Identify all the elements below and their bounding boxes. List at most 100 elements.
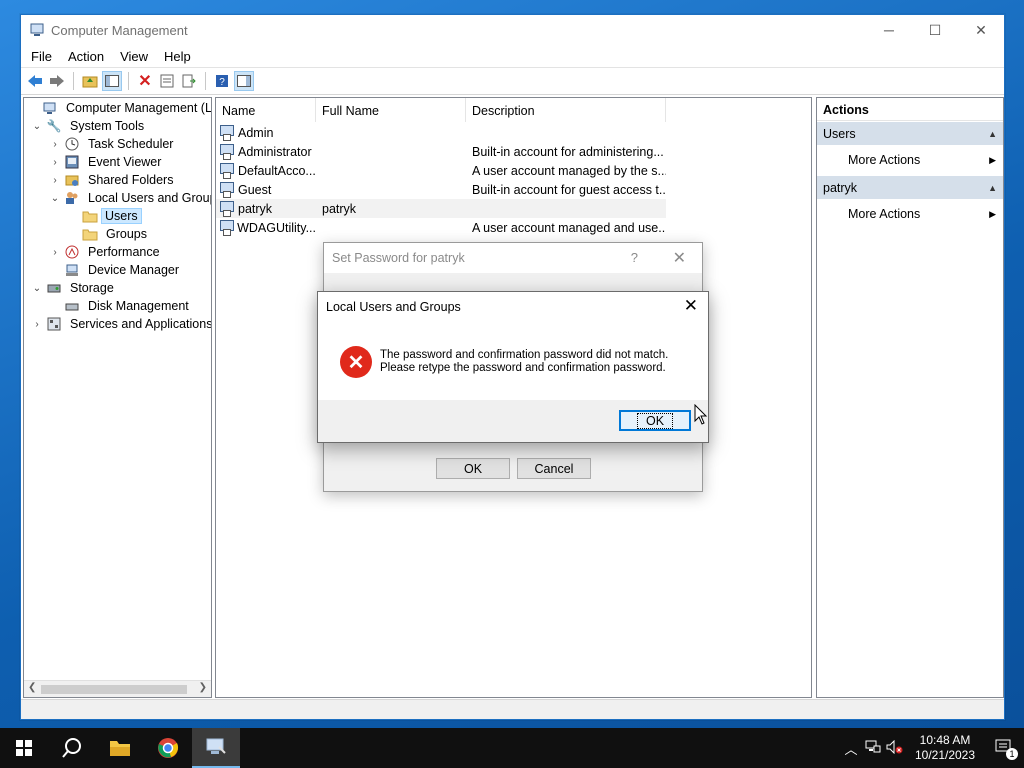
tree-item-label: Local Users and Groups	[88, 191, 212, 205]
tree-item-label: Computer Management (Local	[66, 101, 212, 115]
error-dialog-footer: OK	[318, 400, 708, 442]
error-dialog-title-bar: Local Users and Groups ✕	[318, 292, 708, 322]
tree-item-device-manager[interactable]: Device Manager	[48, 261, 184, 279]
table-row-selected[interactable]: patryk patryk	[216, 199, 666, 218]
chevron-right-icon[interactable]: ›	[48, 247, 62, 258]
chevron-right-icon[interactable]: ›	[30, 319, 44, 330]
error-ok-button[interactable]: OK	[619, 410, 691, 431]
minimize-button[interactable]: ─	[866, 15, 912, 45]
set-password-title: Set Password for patryk	[332, 251, 465, 265]
tree-item-users[interactable]: Users	[66, 207, 142, 225]
tree-horizontal-scrollbar[interactable]: ❮ ❯	[24, 680, 211, 697]
set-password-ok-button[interactable]: OK	[436, 458, 510, 479]
menu-view[interactable]: View	[112, 49, 156, 64]
submenu-arrow-icon: ▶	[989, 154, 996, 165]
actions-group-title: patryk	[823, 180, 858, 195]
delete-icon[interactable]: ✕	[135, 71, 155, 91]
tree-item-services-and-applications[interactable]: › Services and Applications	[30, 315, 211, 333]
system-tray: ︿ 10:48 AM 10/21/2023 1	[840, 728, 1024, 768]
user-name: WDAGUtility...	[237, 220, 316, 235]
show-hide-action-pane-icon[interactable]	[234, 71, 254, 91]
tree-item-label: Storage	[70, 281, 114, 295]
tree-item-system-tools[interactable]: ⌄ 🔧 System Tools	[30, 117, 149, 135]
caret-up-icon[interactable]: ▲	[988, 129, 997, 139]
scroll-left-icon[interactable]: ❮	[28, 682, 36, 693]
more-actions-users[interactable]: More Actions ▶	[817, 145, 1003, 175]
toolbar-separator	[73, 72, 74, 90]
chevron-down-icon[interactable]: ⌄	[30, 121, 44, 132]
storage-icon	[46, 280, 62, 296]
chevron-right-icon[interactable]: ›	[48, 175, 62, 186]
error-message-line-2: Please retype the password and confirmat…	[380, 362, 666, 374]
caret-up-icon[interactable]: ▲	[988, 183, 997, 193]
search-icon[interactable]	[48, 728, 96, 768]
help-icon[interactable]: ?	[212, 71, 232, 91]
forward-arrow-icon[interactable]	[47, 71, 67, 91]
more-actions-patryk[interactable]: More Actions ▶	[817, 199, 1003, 229]
table-row[interactable]: WDAGUtility... A user account managed an…	[216, 218, 666, 237]
tree-item-performance[interactable]: › Performance	[48, 243, 165, 261]
chevron-right-icon[interactable]: ›	[48, 139, 62, 150]
menu-file[interactable]: File	[23, 49, 60, 64]
table-row[interactable]: DefaultAcco... A user account managed by…	[216, 161, 666, 180]
title-bar[interactable]: Computer Management ─ ☐ ✕	[21, 15, 1004, 45]
tree-item-storage[interactable]: ⌄ Storage	[30, 279, 119, 297]
table-row[interactable]: Admin	[216, 123, 666, 142]
computer-management-taskbar-icon[interactable]	[192, 728, 240, 768]
show-hide-tree-icon[interactable]	[102, 71, 122, 91]
properties-icon[interactable]	[157, 71, 177, 91]
console-tree: Computer Management (Local ⌄ 🔧 System To…	[23, 97, 212, 698]
tree-item-local-users-and-groups[interactable]: ⌄ Local Users and Groups	[48, 189, 212, 207]
tree-item-label: Task Scheduler	[88, 137, 174, 151]
chrome-icon[interactable]	[144, 728, 192, 768]
set-password-cancel-button[interactable]: Cancel	[517, 458, 591, 479]
close-button[interactable]: ✕	[958, 15, 1004, 45]
user-description: Built-in account for administering...	[472, 144, 664, 159]
column-header-name[interactable]: Name	[216, 98, 316, 122]
scroll-right-icon[interactable]: ❯	[199, 682, 207, 693]
clock[interactable]: 10:48 AM 10/21/2023	[906, 733, 984, 763]
chevron-down-icon[interactable]: ⌄	[48, 193, 62, 204]
help-icon[interactable]: ?	[631, 250, 638, 265]
user-name: Administrator	[238, 144, 312, 159]
chevron-up-icon[interactable]: ︿	[840, 739, 862, 758]
tree-item-groups[interactable]: Groups	[66, 225, 152, 243]
table-row[interactable]: Guest Built-in account for guest access …	[216, 180, 666, 199]
chevron-down-icon[interactable]: ⌄	[30, 283, 44, 294]
close-icon[interactable]: ✕	[684, 296, 698, 316]
taskbar: ︿ 10:48 AM 10/21/2023 1	[0, 728, 1024, 768]
notification-icon[interactable]: 1	[984, 739, 1024, 760]
mouse-cursor-icon	[694, 403, 708, 429]
menu-action[interactable]: Action	[60, 49, 112, 64]
network-icon[interactable]	[862, 740, 884, 757]
tree-item-computer-management[interactable]: Computer Management (Local	[26, 99, 212, 117]
chevron-right-icon[interactable]: ›	[48, 157, 62, 168]
error-dialog: Local Users and Groups ✕ ✕ The password …	[317, 291, 709, 443]
tree-item-task-scheduler[interactable]: › Task Scheduler	[48, 135, 178, 153]
file-explorer-icon[interactable]	[96, 728, 144, 768]
volume-muted-icon[interactable]	[884, 739, 906, 757]
column-header-full-name[interactable]: Full Name	[316, 98, 466, 122]
tree-item-label: Disk Management	[88, 299, 189, 313]
export-list-icon[interactable]	[179, 71, 199, 91]
actions-group-users[interactable]: Users ▲	[817, 122, 1003, 145]
submenu-arrow-icon: ▶	[989, 208, 996, 219]
tree-item-shared-folders[interactable]: › Shared Folders	[48, 171, 178, 189]
maximize-button[interactable]: ☐	[912, 15, 958, 45]
window-title: Computer Management	[51, 23, 188, 38]
tree-item-label: Performance	[88, 245, 160, 259]
column-header-description[interactable]: Description	[466, 98, 666, 122]
user-icon	[220, 143, 236, 160]
close-icon[interactable]: ✕	[673, 248, 686, 268]
start-icon[interactable]	[0, 728, 48, 768]
user-icon	[220, 124, 236, 141]
actions-group-patryk[interactable]: patryk ▲	[817, 176, 1003, 199]
scrollbar-thumb[interactable]	[41, 685, 187, 694]
table-row[interactable]: Administrator Built-in account for admin…	[216, 142, 666, 161]
tree-item-disk-management[interactable]: Disk Management	[48, 297, 194, 315]
tree-item-event-viewer[interactable]: › Event Viewer	[48, 153, 166, 171]
menu-help[interactable]: Help	[156, 49, 199, 64]
up-folder-icon[interactable]	[80, 71, 100, 91]
tree-item-label: Users	[101, 208, 142, 224]
back-arrow-icon[interactable]	[25, 71, 45, 91]
